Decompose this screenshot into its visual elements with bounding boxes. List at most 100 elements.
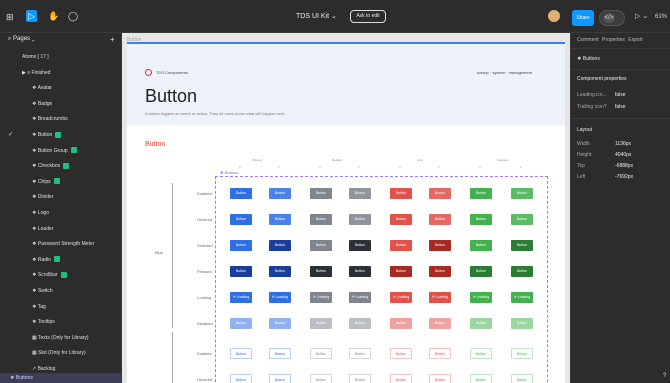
button-variant[interactable]: Button [390,318,412,329]
button-variant[interactable]: Button [349,348,371,359]
button-variant[interactable]: ⟳ Loading [349,292,371,303]
button-variant[interactable]: Button [230,348,252,359]
page-item[interactable]: ❖ Divider [0,189,121,205]
button-variant[interactable]: Button [429,374,451,383]
button-variant[interactable]: Button [310,318,332,329]
button-variant[interactable]: Button [349,266,371,277]
comment-tool-icon[interactable]: ◯ [68,11,78,21]
button-variant[interactable]: Button [511,240,533,251]
present-icon[interactable]: ▷ ⌄ [635,12,648,22]
component-set[interactable] [215,176,548,383]
button-variant[interactable]: Button [310,214,332,225]
button-variant[interactable]: Button [511,188,533,199]
page-item[interactable]: ❖ Button Group [0,143,121,159]
button-variant[interactable]: Button [349,188,371,199]
button-variant[interactable]: Button [269,374,291,383]
help-icon[interactable]: ? [663,371,666,381]
button-variant[interactable]: Button [310,374,332,383]
button-variant[interactable]: Button [230,318,252,329]
button-variant[interactable]: Button [390,348,412,359]
button-variant[interactable]: ⟳ Loading [310,292,332,303]
button-variant[interactable]: Button [511,266,533,277]
height-value[interactable]: 4040px [615,152,631,158]
button-variant[interactable]: Button [390,214,412,225]
page-item[interactable]: ❖ Password Strength Meter [0,236,121,252]
avatar[interactable] [548,10,560,22]
button-variant[interactable]: Button [511,214,533,225]
page-item[interactable]: ❖ Switch [0,283,121,299]
button-variant[interactable]: Button [269,266,291,277]
button-variant[interactable]: Button [511,374,533,383]
button-variant[interactable]: Button [310,348,332,359]
page-item[interactable]: ❖ Tag [0,299,121,315]
page-item[interactable]: ❖ Avatar [0,80,121,96]
button-variant[interactable]: Button [390,266,412,277]
button-variant[interactable]: Button [349,240,371,251]
button-variant[interactable]: ⟳ Loading [390,292,412,303]
button-variant[interactable]: Button [269,214,291,225]
page-item[interactable]: ❖ Checkbox [0,158,121,174]
button-variant[interactable]: Button [310,266,332,277]
top-value[interactable]: -6888px [615,163,633,169]
button-variant[interactable]: ⟳ Loading [429,292,451,303]
button-variant[interactable]: ⟳ Loading [269,292,291,303]
button-variant[interactable]: Button [429,318,451,329]
page-item[interactable]: ❖ Loader [0,221,121,237]
main-menu-icon[interactable]: ⊞ [6,12,14,22]
button-variant[interactable]: Button [390,188,412,199]
page-item[interactable]: ▦ Texts (Only for Library) [0,330,121,346]
page-item[interactable]: ❖ Chips [0,174,121,190]
button-variant[interactable]: Button [429,240,451,251]
page-item[interactable]: ✓ ❖ Button [0,127,121,143]
button-variant[interactable]: Button [269,318,291,329]
button-variant[interactable]: Button [429,214,451,225]
share-button[interactable]: Share [572,10,594,26]
width-value[interactable]: 1136px [615,141,631,147]
button-variant[interactable]: ⟳ Loading [511,292,533,303]
button-variant[interactable]: Button [470,214,492,225]
button-variant[interactable]: Button [511,348,533,359]
add-page-icon[interactable]: + [110,35,115,44]
button-variant[interactable]: Button [470,318,492,329]
button-variant[interactable]: Button [269,348,291,359]
pages-header[interactable]: ⌕ Pages ⌄ [8,36,35,43]
hand-tool-icon[interactable]: ✋ [48,11,59,21]
page-item[interactable]: ❖ Scrollbar [0,267,121,283]
zoom-level[interactable]: 61% [655,12,667,22]
component-set-label[interactable]: ❖ Buttons [220,170,238,175]
button-variant[interactable]: Button [349,318,371,329]
panel-tabs[interactable]: Comment Properties Export [577,37,643,43]
page-item[interactable]: ▶ ≡ Finished [0,65,121,81]
button-variant[interactable]: ⟳ Loading [470,292,492,303]
button-variant[interactable]: Button [470,348,492,359]
button-variant[interactable]: Button [310,188,332,199]
button-variant[interactable]: Button [470,266,492,277]
button-variant[interactable]: Button [470,188,492,199]
button-variant[interactable]: Button [390,240,412,251]
button-variant[interactable]: Button [429,188,451,199]
button-variant[interactable]: Button [230,188,252,199]
page-item[interactable]: ❖ Logo [0,205,121,221]
page-item[interactable]: ❖ Badge [0,96,121,112]
move-tool-icon[interactable]: ▷ [26,10,37,22]
page-item[interactable]: ❖ Breadcrumbs [0,111,121,127]
page-item[interactable]: Atoms [ 17 ] [0,49,121,65]
button-variant[interactable]: Button [429,348,451,359]
button-variant[interactable]: Button [269,188,291,199]
dev-mode-toggle[interactable]: </> [599,10,625,26]
prop-value[interactable]: false [615,104,626,110]
button-variant[interactable]: Button [390,374,412,383]
button-variant[interactable]: Button [470,240,492,251]
button-variant[interactable]: Button [230,374,252,383]
button-variant[interactable]: Button [230,214,252,225]
button-variant[interactable]: Button [470,374,492,383]
page-item[interactable]: ❖ Radio [0,252,121,268]
button-variant[interactable]: Button [230,240,252,251]
file-title[interactable]: TDS UI Kit ⌄ [296,12,337,20]
button-variant[interactable]: Button [310,240,332,251]
prop-value[interactable]: false [615,92,626,98]
ask-edit-button[interactable]: Ask to edit [350,10,386,23]
button-variant[interactable]: Button [230,266,252,277]
button-variant[interactable]: Button [429,266,451,277]
left-value[interactable]: -7692px [615,174,633,180]
